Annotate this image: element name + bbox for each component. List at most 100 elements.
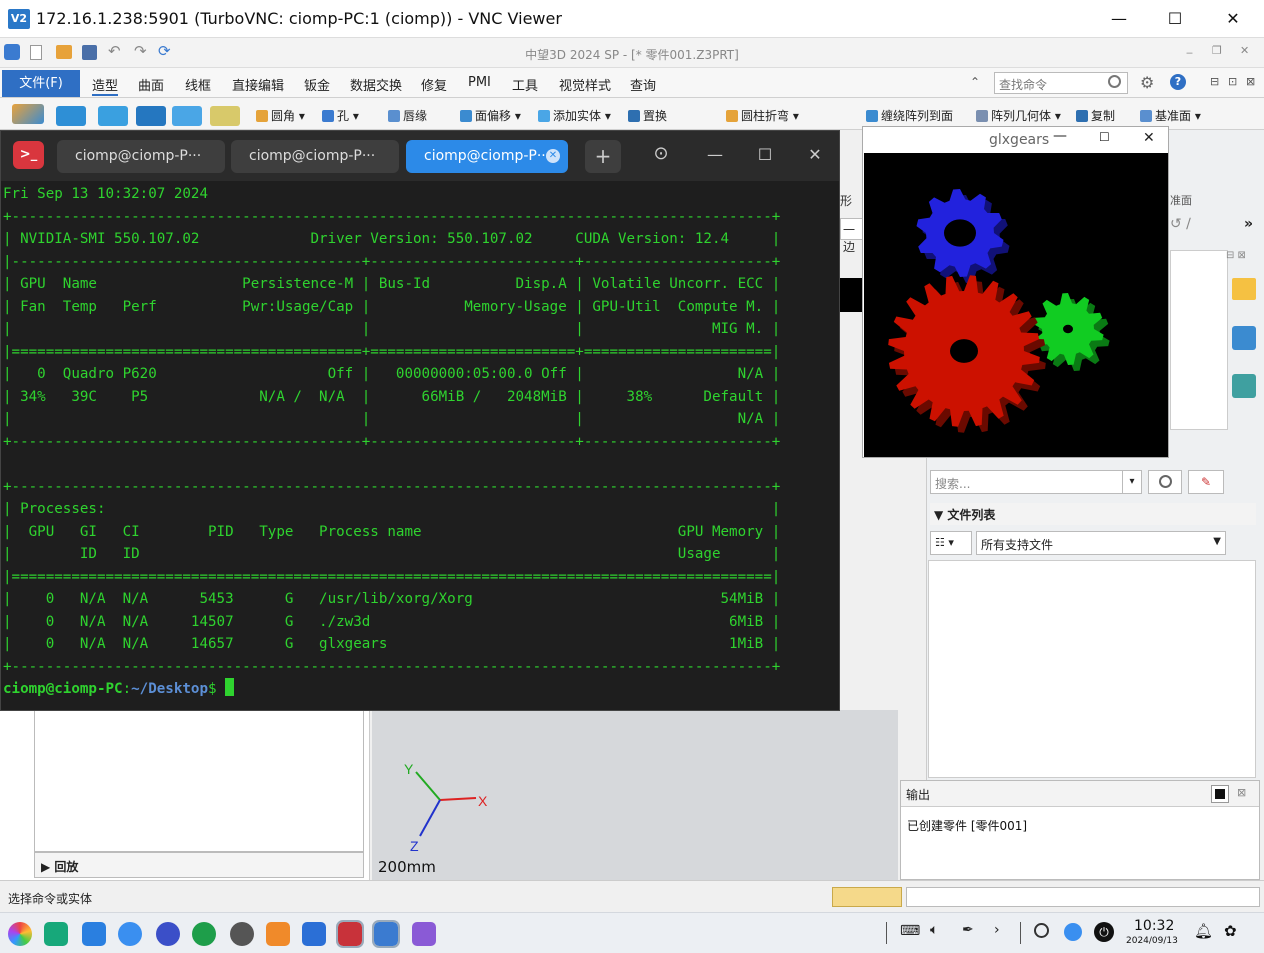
search-dropdown-icon[interactable]: ▾ <box>1122 470 1142 494</box>
pen-icon[interactable]: ✒ <box>962 922 974 938</box>
ribbon-copy[interactable]: 复制 <box>1091 109 1115 123</box>
viewer-app-icon[interactable] <box>412 922 436 946</box>
blend-tool-icon[interactable] <box>210 106 240 126</box>
terminal-app-icon[interactable] <box>336 920 364 948</box>
multitasking-icon[interactable] <box>44 922 68 946</box>
folder-icon[interactable] <box>1232 278 1256 300</box>
music-icon[interactable] <box>302 922 326 946</box>
menu-query[interactable]: 查询 <box>630 75 656 94</box>
file-list[interactable] <box>928 560 1256 778</box>
app-close-icon[interactable]: ⊠ <box>1246 75 1255 88</box>
command-input[interactable] <box>906 887 1260 907</box>
file-manager-icon[interactable] <box>82 922 106 946</box>
glx-minimize-icon[interactable]: — <box>1053 128 1067 144</box>
app-store-icon[interactable] <box>266 922 290 946</box>
clock-time[interactable]: 10:32 <box>1134 918 1174 934</box>
menu-pmi[interactable]: PMI <box>468 75 491 90</box>
menu-sheet-metal[interactable]: 钣金 <box>304 75 330 94</box>
app-minimize-icon[interactable]: ⊟ <box>1210 75 1219 88</box>
view-mode-icon[interactable]: ☷ ▾ <box>930 531 972 555</box>
ribbon-datum-plane[interactable]: 基准面 <box>1155 109 1191 123</box>
sketch-tool-icon[interactable] <box>12 104 44 124</box>
terminal-prompt[interactable]: ciomp@ciomp-PC:~/Desktop$ <box>3 678 839 701</box>
tab-close-icon[interactable]: ✕ <box>546 149 560 163</box>
glx-maximize-icon[interactable]: ☐ <box>1099 130 1110 144</box>
ribbon-replace[interactable]: 置换 <box>643 109 667 123</box>
doc-restore-icon[interactable]: ❐ <box>1212 44 1222 57</box>
keyboard-icon[interactable]: ⌨ <box>900 923 920 939</box>
gear-icon[interactable]: ⚙ <box>1140 73 1154 92</box>
terminal-tab-3[interactable]: ciomp@ciomp-P·· <box>406 140 568 173</box>
menu-tools[interactable]: 工具 <box>512 75 538 94</box>
terminal-tab-1[interactable]: ciomp@ciomp-P··· <box>57 140 225 173</box>
app-restore-icon[interactable]: ⊡ <box>1228 75 1237 88</box>
clock-date[interactable]: 2024/09/13 <box>1126 936 1178 946</box>
terminal-maximize-icon[interactable]: ☐ <box>753 145 777 164</box>
sweep-tool-icon[interactable] <box>136 106 166 126</box>
ribbon-wrap-pattern[interactable]: 缠绕阵列到面 <box>881 109 953 123</box>
chat-icon[interactable] <box>192 922 216 946</box>
status-view-buttons[interactable] <box>832 887 902 907</box>
volume-icon[interactable]: 🔈︎ <box>930 922 938 938</box>
terminal-close-icon[interactable]: ✕ <box>803 145 827 164</box>
glx-close-icon[interactable]: ✕ <box>1143 130 1155 146</box>
launcher-icon[interactable] <box>8 922 32 946</box>
3d-viewport[interactable]: X Y Z 200mm <box>372 710 898 880</box>
browser-icon[interactable] <box>118 922 142 946</box>
terminal-tab-2[interactable]: ciomp@ciomp-P··· <box>231 140 399 173</box>
ribbon-face-offset[interactable]: 面偏移 <box>475 109 511 123</box>
extrude-tool-icon[interactable] <box>56 106 86 126</box>
maximize-button[interactable]: ☐ <box>1152 6 1198 32</box>
ribbon-cylinder-bend[interactable]: 圆柱折弯 <box>741 109 789 123</box>
menu-file[interactable]: 文件(F) <box>2 70 80 97</box>
output-close-icon[interactable]: ⊠ <box>1237 786 1246 799</box>
layers-icon[interactable] <box>1232 374 1256 398</box>
help-icon[interactable]: ? <box>1170 74 1186 90</box>
revolve-tool-icon[interactable] <box>98 106 128 126</box>
assembly-icon[interactable] <box>1232 326 1256 350</box>
replay-section[interactable]: ▶ 回放 <box>34 852 364 878</box>
menu-direct-edit[interactable]: 直接编辑 <box>232 75 284 94</box>
sketch-tools-icon[interactable]: ↺ ∕ <box>1170 216 1191 232</box>
close-button[interactable]: ✕ <box>1210 6 1256 32</box>
library-search-input[interactable]: 搜索... <box>930 470 1142 494</box>
assistant-icon[interactable]: ✿ <box>1224 922 1237 940</box>
minimize-button[interactable]: — <box>1096 6 1142 32</box>
settings-app-icon[interactable] <box>156 922 180 946</box>
history-tree[interactable] <box>34 710 364 852</box>
menu-surface[interactable]: 曲面 <box>138 75 164 94</box>
glxgears-window[interactable]: glxgears — ☐ ✕ <box>862 126 1169 458</box>
menu-modeling[interactable]: 造型 <box>92 75 119 96</box>
ribbon-add-solid[interactable]: 添加实体 <box>553 109 601 123</box>
loft-tool-icon[interactable] <box>172 106 202 126</box>
menu-wireframe[interactable]: 线框 <box>185 75 211 94</box>
doc-close-icon[interactable]: ✕ <box>1240 44 1249 57</box>
menu-repair[interactable]: 修复 <box>421 75 447 94</box>
notification-icon[interactable]: 🔔︎ <box>1194 922 1213 940</box>
zw3d-app-icon[interactable] <box>372 920 400 948</box>
terminal-minimize-icon[interactable]: — <box>703 145 727 164</box>
expand-tray-icon[interactable]: › <box>994 922 1000 938</box>
output-toggle-button[interactable] <box>1211 785 1229 803</box>
ribbon-pattern-geometry[interactable]: 阵列几何体 <box>991 109 1051 123</box>
search-tray-icon[interactable] <box>1034 923 1049 938</box>
camera-icon[interactable] <box>230 922 254 946</box>
more-tools-icon[interactable]: » <box>1244 216 1253 232</box>
network-icon[interactable] <box>1064 923 1082 941</box>
power-icon[interactable]: ⏻ <box>1094 922 1114 942</box>
clear-search-icon[interactable]: ✎ <box>1188 470 1224 494</box>
terminal-output[interactable]: Fri Sep 13 10:32:07 2024 +---------------… <box>3 183 839 709</box>
file-filter-select[interactable]: 所有支持文件 ▼ <box>976 531 1226 555</box>
search-button[interactable] <box>1148 470 1182 494</box>
search-icon[interactable] <box>1108 75 1121 88</box>
collapse-icon[interactable]: ▼ <box>934 508 943 522</box>
ribbon-fillet[interactable]: 圆角 <box>271 109 295 123</box>
new-tab-button[interactable]: + <box>585 140 621 173</box>
ribbon-hole[interactable]: 孔 <box>337 109 349 123</box>
menu-visual-style[interactable]: 视觉样式 <box>559 75 611 94</box>
menu-data-exchange[interactable]: 数据交换 <box>350 75 402 94</box>
terminal-window[interactable]: >_ ciomp@ciomp-P··· ciomp@ciomp-P··· cio… <box>0 130 840 711</box>
terminal-menu-icon[interactable]: ⊙ <box>649 143 673 164</box>
panel-pin-icon[interactable]: ⊟ ⊠ <box>1226 250 1246 261</box>
doc-minimize-icon[interactable]: ‒ <box>1186 46 1193 59</box>
